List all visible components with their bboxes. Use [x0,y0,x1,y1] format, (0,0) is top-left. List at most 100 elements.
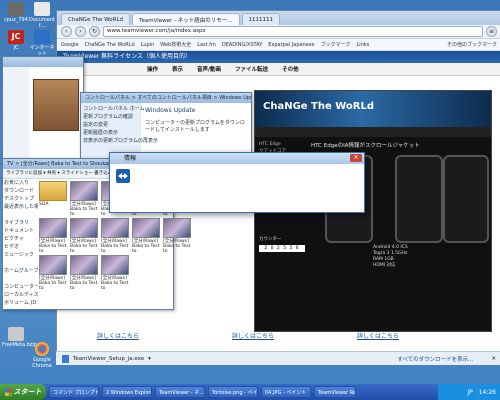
tv-file-transfer-menu[interactable]: ファイル転送 [235,65,268,73]
tab-1111111[interactable]: 1111111 [241,13,281,25]
photo-thumbnail [33,79,79,131]
tv-action-menu[interactable]: 操作 [147,65,158,73]
bookmark-item[interactable]: Web技術大全 [160,41,191,48]
bookmark-item[interactable]: Last.fm [197,42,216,48]
teamviewer-icon [116,169,130,183]
taskbar-item[interactable]: Tortoise.png - ペイント [208,386,258,398]
bookmark-item[interactable]: Lupin [141,42,155,48]
clock[interactable]: 14:26 [479,389,496,396]
bookmark-item[interactable]: Links [357,42,370,48]
tab-change-the-world[interactable]: ChaNGe The WoRLd [61,13,131,25]
folder-item[interactable]: SOA [39,181,67,215]
video-thumbnail [39,218,67,238]
nav-item[interactable]: 最近表示した場所 [4,203,38,211]
nav-item[interactable]: ビデオ [4,243,38,251]
nav-item[interactable]: ドキュメント [4,227,38,235]
taskbar-item[interactable]: TeamViewer - ネ... [155,386,205,398]
taskbar-item[interactable]: TeamViewer Re... [314,386,356,398]
bookmark-item[interactable]: ChaNGe The WoRLd [85,42,135,48]
video-file-item[interactable]: [全分/Raws] Baka to Test to Shoukanjuu 2 -… [70,181,98,215]
counter-label: カウンター [259,237,282,242]
desktop-icon-chrome[interactable]: Google Chrome [28,342,56,369]
close-icon[interactable]: ✕ [350,154,362,162]
video-file-item[interactable]: [全分/Raws] Baka to Test to Shoukanjuu 2 -… [39,218,67,252]
nav-item[interactable]: ダウンロード [4,187,38,195]
forward-button[interactable]: › [75,26,86,37]
address-bar[interactable]: www.teamviewer.com/ja/index.aspx [103,26,483,37]
file-label: [全分/Raws] Baka to Test to Shoukanjuu 2 -… [70,202,98,215]
bookmark-item[interactable]: Expatpal Japanese [268,42,314,48]
tv-audio-menu[interactable]: 音声/動画 [197,65,221,73]
sidebar-link[interactable]: 非表示の更新プログラムの再表示 [83,137,158,145]
back-button[interactable]: ‹ [61,26,72,37]
chevron-down-icon[interactable]: ▾ [148,356,151,362]
video-file-item[interactable]: [全分/Raws] Baka to Test to Shoukanjuu 2 -… [101,218,129,252]
video-thumbnail [70,218,98,238]
file-label: [全分/Raws] Baka to Test to Shoukanjuu 2 -… [39,276,67,289]
nav-item[interactable]: ライブラリ [4,219,38,227]
reload-button[interactable]: ↻ [89,26,100,37]
download-item[interactable]: TeamViewer_Setup_ja.exe [73,356,144,362]
bookmark-item[interactable]: ブックマーク [321,41,351,48]
video-thumbnail [70,181,98,201]
video-file-item[interactable]: [全分/Raws] Baka to Test to Shoukanjuu 2 -… [70,218,98,252]
blog-title: ChaNGe The WoRLd [263,101,375,112]
learn-more-link[interactable]: 詳しくはこちら [357,331,399,340]
learn-more-link[interactable]: 詳しくはこちら [97,331,139,340]
blog-banner: ChaNGe The WoRLd [255,91,491,127]
navigation-pane: お気に入り ダウンロード デスクトップ 最近表示した場所 ライブラリ ドキュメン… [3,179,38,307]
nav-item[interactable]: お気に入り [4,179,38,187]
learn-more-link[interactable]: 詳しくはこちら [232,331,274,340]
nav-item[interactable] [4,259,38,267]
nav-item[interactable]: ミュージック [4,251,38,259]
sidebar-link[interactable]: コントロールパネル ホーム [83,105,144,113]
close-icon[interactable]: ✕ [491,356,496,362]
video-thumbnail [39,255,67,275]
video-thumbnail [70,255,98,275]
taskbar-item[interactable]: 04.JPG - ペイント [261,386,311,398]
start-button[interactable]: スタート [0,384,46,400]
show-all-downloads[interactable]: すべてのダウンロードを表示... [397,355,473,363]
page-menu-icon[interactable]: ≡ [486,26,497,37]
bookmark-item[interactable]: Google [61,42,79,48]
blog-post-specs: Android 4.0 ICS Tegra 3 1.5GHz RAM 1GB H… [373,245,408,269]
nav-item[interactable]: コンピューター [4,283,38,291]
desktop-icon-internet[interactable]: インターネット [28,30,56,57]
video-file-item[interactable]: [全分/Raws] Baka to Test to Shoukanjuu 2 -… [39,255,67,289]
desktop-icon-jc[interactable]: JC JC [2,30,30,51]
spec-line: HTC Edge [259,142,281,147]
other-bookmarks[interactable]: その他のブックマーク [447,41,497,48]
desktop-icon-freemeta[interactable]: FreeMeta.bzip [2,327,37,348]
nav-item[interactable]: ホームグループ [4,267,38,275]
video-file-item[interactable]: [全分/Raws] Baka to Test to Shoukanjuu 2 -… [70,255,98,289]
sidebar-link[interactable]: 更新履歴の表示 [83,129,139,137]
sidebar-link[interactable]: 設定の変更 [83,121,139,129]
language-indicator[interactable]: JP [467,389,472,396]
picture-viewer-window [2,56,84,162]
chrome-icon [35,342,49,356]
dialog-title: 情報 [124,155,137,162]
nav-item[interactable]: ローカルディスク (C:) [4,291,38,299]
start-label: スタート [13,388,42,396]
tv-more-menu[interactable]: その他 [282,65,299,73]
sidebar-link[interactable]: 更新プログラムの確認 [83,113,139,121]
tv-view-menu[interactable]: 表示 [172,65,183,73]
nav-item[interactable] [4,211,38,219]
video-file-item[interactable]: [全分/Raws] Baka to Test to Shoukanjuu 2 -… [132,218,160,252]
desktop-icon-document[interactable]: Document f... [28,2,56,29]
bookmark-item[interactable]: DEADING/XSTAY [222,42,262,48]
taskbar-item[interactable]: 2 Windows Explorer [102,386,152,398]
nav-item[interactable] [4,275,38,283]
nav-item[interactable]: デスクトップ [4,195,38,203]
dialog-title-bar: 情報 ✕ [110,153,364,164]
tab-teamviewer[interactable]: TeamViewer - ネット経由のリモー... [132,13,240,25]
desktop-icon-cpuz[interactable]: cpuz_794 [2,2,30,23]
nav-item[interactable]: ボリューム (D:) [4,299,38,307]
video-file-item[interactable]: [全分/Raws] Baka to Test to Shoukanjuu 2 -… [163,218,191,252]
nav-item[interactable]: ピクチャ [4,235,38,243]
tab-label: TeamViewer - ネット経由のリモー... [139,17,233,24]
video-file-item[interactable]: [全分/Raws] Baka to Test to Shoukanjuu 2 -… [101,255,129,289]
taskbar-item[interactable]: コマンド プロンプト [49,386,99,398]
visitor-counter: 2 0 2 5 5 6 [259,245,305,252]
phone-image [443,155,489,243]
